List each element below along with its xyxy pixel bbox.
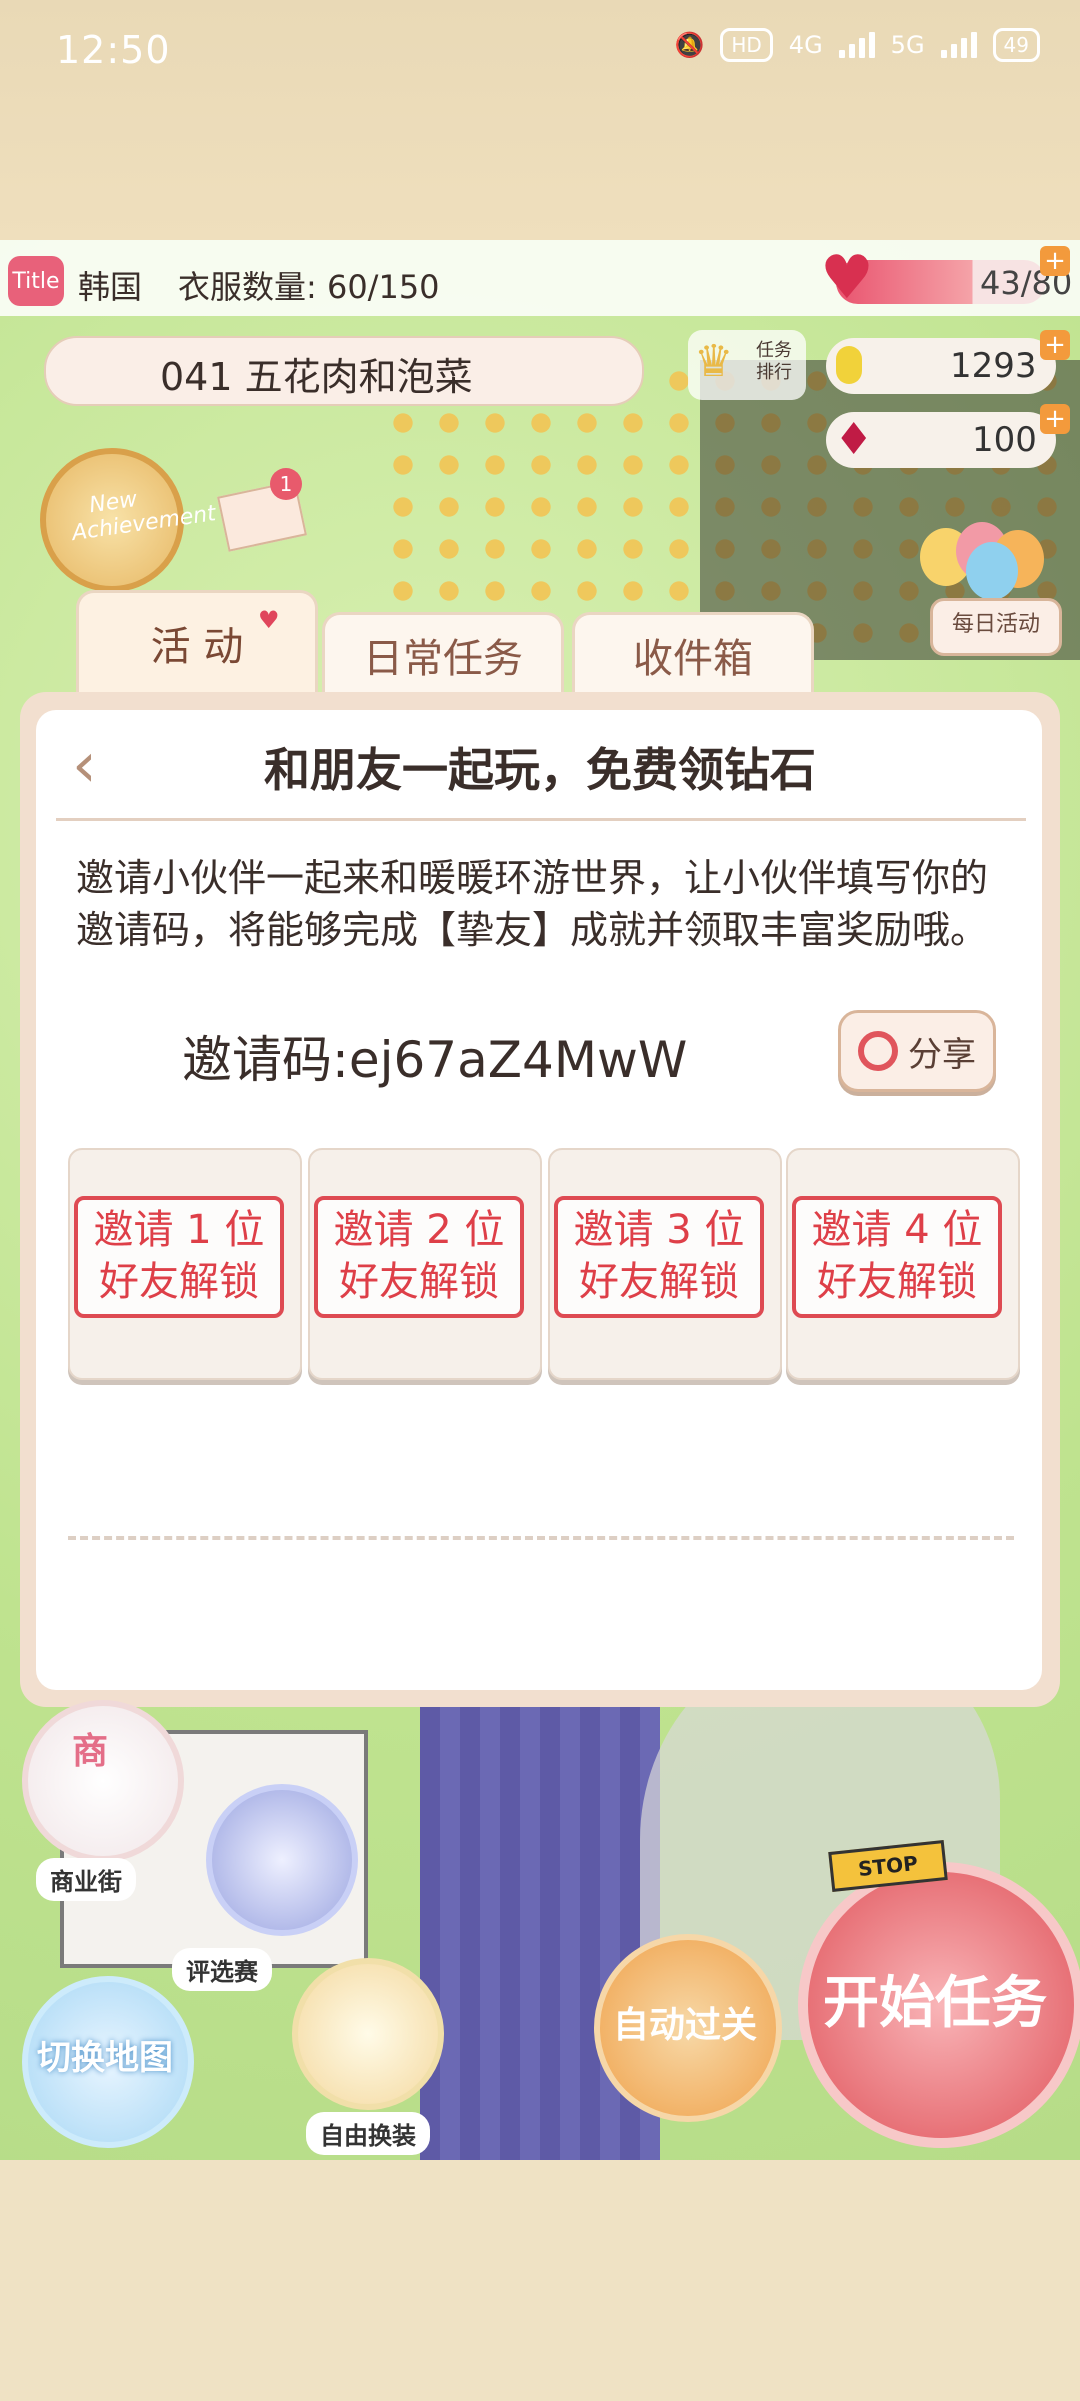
- free-dressup-button[interactable]: [292, 1958, 444, 2110]
- panel-title: 和朋友一起玩，免费领钻石: [264, 743, 816, 797]
- slot-line2: 好友解锁: [579, 1259, 739, 1305]
- slot-line1: 邀请 1 位: [93, 1207, 265, 1253]
- signal-icon: [940, 32, 977, 58]
- hd-badge: HD: [720, 28, 773, 62]
- share-label: 分享: [908, 1034, 976, 1075]
- invite-code: 邀请码:ej67aZ4MwW: [182, 1031, 688, 1089]
- friend-slot-2[interactable]: 邀请 2 位好友解锁: [308, 1148, 542, 1380]
- bottom-band: [0, 2160, 1080, 2401]
- slot-lock-label: 邀请 4 位好友解锁: [792, 1196, 1002, 1318]
- tab-daily-tasks[interactable]: 日常任务: [322, 612, 564, 695]
- slot-lock-label: 邀请 3 位好友解锁: [554, 1196, 764, 1318]
- crown-icon: ♛: [694, 336, 734, 387]
- mail-badge: 1: [270, 468, 302, 500]
- slot-line1: 邀请 2 位: [333, 1207, 505, 1253]
- invite-description: 邀请小伙伴一起来和暖暖环游世界，让小伙伴填写你的邀请码，将能够完成【挚友】成就并…: [76, 856, 989, 952]
- friend-slot-1[interactable]: 邀请 1 位好友解锁: [68, 1148, 302, 1380]
- coin-icon: [836, 346, 862, 384]
- status-icons: 🔕 HD 4G 5G 49: [674, 28, 1040, 62]
- shop-label: 商业街: [36, 1858, 136, 1901]
- free-dressup-label: 自由换装: [306, 2112, 430, 2155]
- coin-plus-button[interactable]: +: [1040, 330, 1070, 360]
- back-button[interactable]: ‹: [72, 730, 97, 800]
- slot-lock-label: 邀请 2 位好友解锁: [314, 1196, 524, 1318]
- battery-icon: 49: [992, 28, 1040, 62]
- divider: [56, 818, 1026, 829]
- balloons-icon: [920, 522, 1060, 602]
- heart-icon: ♥: [820, 243, 874, 313]
- tab-inbox[interactable]: 收件箱: [572, 612, 814, 695]
- gem-plus-button[interactable]: +: [1040, 404, 1070, 434]
- net-4g-label: 4G: [788, 31, 823, 59]
- friend-slot-4[interactable]: 邀请 4 位好友解锁: [786, 1148, 1020, 1380]
- slot-line2: 好友解锁: [99, 1259, 259, 1305]
- divider: [68, 1536, 1014, 1540]
- task-rank-label: 任务排行: [756, 340, 792, 383]
- status-bar: 12:50 🔕 HD 4G 5G 49: [0, 0, 1080, 240]
- contest-button[interactable]: [206, 1784, 358, 1936]
- daily-activity-button[interactable]: 每日活动: [930, 598, 1062, 656]
- switch-map-label: 切换地图: [37, 2038, 173, 2078]
- heart-icon: ♥: [258, 606, 280, 634]
- stage-title: 041 五花肉和泡菜: [160, 355, 473, 399]
- shop-icon: 商: [72, 1731, 109, 1772]
- gem-icon: ♦: [834, 414, 874, 465]
- slot-line2: 好友解锁: [817, 1259, 977, 1305]
- slot-line1: 邀请 4 位: [811, 1207, 983, 1253]
- gem-value: 100: [972, 420, 1037, 460]
- mute-icon: 🔕: [674, 31, 705, 59]
- contest-label: 评选赛: [172, 1948, 272, 1991]
- region-label: 韩国: [78, 268, 143, 306]
- auto-clear-label: 自动过关: [612, 2005, 757, 2046]
- friend-slot-3[interactable]: 邀请 3 位好友解锁: [548, 1148, 782, 1380]
- net-5g-label: 5G: [890, 31, 925, 59]
- coin-value: 1293: [950, 346, 1037, 386]
- title-badge-button[interactable]: Title: [8, 256, 64, 306]
- hp-plus-button[interactable]: +: [1040, 246, 1070, 276]
- share-icon: [858, 1031, 898, 1071]
- share-button[interactable]: 分享: [838, 1010, 996, 1092]
- clothes-count: 衣服数量: 60/150: [178, 268, 440, 306]
- status-time: 12:50: [56, 28, 171, 72]
- slot-line1: 邀请 3 位: [573, 1207, 745, 1253]
- slot-lock-label: 邀请 1 位好友解锁: [74, 1196, 284, 1318]
- signal-icon: [838, 32, 875, 58]
- tab-activity[interactable]: 活 动: [76, 590, 318, 693]
- slot-line2: 好友解锁: [339, 1259, 499, 1305]
- start-task-label: 开始任务: [823, 1971, 1047, 2036]
